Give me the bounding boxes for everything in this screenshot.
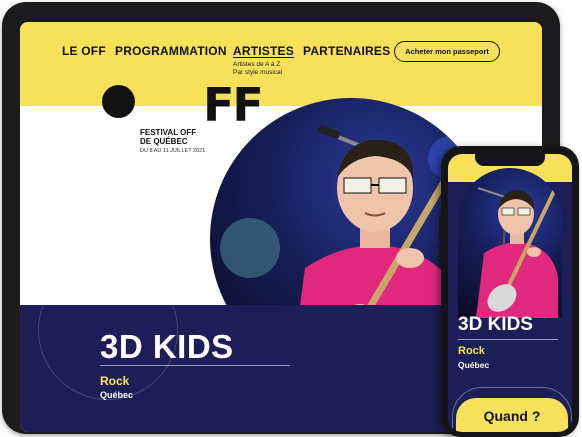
- buy-pass-button[interactable]: Acheter mon passeport: [394, 41, 500, 62]
- phone-volume-button: [439, 216, 442, 238]
- artist-city: Québec: [100, 390, 134, 400]
- phone-screen: 3D KIDS Rock Québec Quand ?: [448, 154, 572, 432]
- phone-performer-illustration: [476, 182, 560, 318]
- nav-programmation[interactable]: PROGRAMMATION: [115, 44, 227, 58]
- submenu-item-a-z[interactable]: Artistes de A à Z: [233, 61, 282, 69]
- phone-artist-city: Québec: [458, 360, 490, 370]
- phone-artist-name: 3D KIDS: [458, 314, 533, 335]
- quand-button[interactable]: Quand ?: [456, 398, 568, 432]
- artist-name: 3D KIDS: [100, 328, 234, 365]
- phone-notch: [475, 154, 545, 166]
- festival-name: FESTIVAL OFF DE QUÉBEC: [140, 128, 196, 146]
- phone-artist-photo: [458, 168, 562, 318]
- title-divider: [100, 365, 290, 366]
- phone-title-divider: [458, 339, 558, 340]
- nav-le-off[interactable]: LE OFF: [62, 44, 106, 58]
- nav-partenaires[interactable]: PARTENAIRES: [303, 44, 390, 58]
- phone-device: 3D KIDS Rock Québec Quand ?: [439, 146, 579, 437]
- festival-name-line1: FESTIVAL OFF: [140, 128, 197, 137]
- festival-dates: DU 8 AU 11 JUILLET 2021: [140, 148, 206, 154]
- artistes-submenu: Artistes de A à Z Par style musical: [233, 61, 282, 77]
- logo-circle-icon: [102, 85, 135, 118]
- submenu-item-style[interactable]: Par style musical: [233, 69, 282, 77]
- phone-volume-button: [439, 244, 442, 266]
- main-nav: LE OFF PROGRAMMATION ARTISTES PARTENAIRE…: [20, 22, 542, 106]
- nav-artistes[interactable]: ARTISTES: [233, 44, 294, 58]
- artist-genre: Rock: [100, 374, 130, 388]
- festival-name-line2: DE QUÉBEC: [140, 137, 188, 146]
- festival-logo: FF: [203, 78, 264, 132]
- phone-artist-genre: Rock: [458, 345, 485, 357]
